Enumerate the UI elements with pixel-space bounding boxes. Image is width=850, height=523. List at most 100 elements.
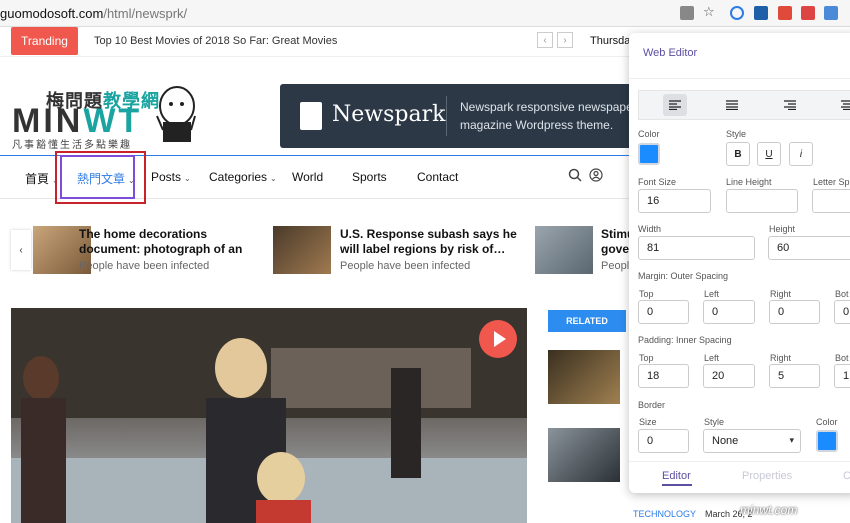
border-color-label: Color (816, 417, 838, 427)
trending-next-button[interactable]: › (557, 32, 573, 48)
nav-item-label: 首頁 (25, 172, 50, 186)
related-thumbnail[interactable] (548, 350, 620, 404)
align-left-button[interactable] (663, 94, 687, 116)
align-center-icon (841, 100, 850, 110)
trending-badge: Tranding (11, 27, 78, 55)
article-title[interactable]: Stimu gover (601, 227, 631, 257)
padding-right-input[interactable]: 5 (769, 364, 820, 388)
padding-bottom-label: Bot (835, 353, 849, 363)
bookmark-star-icon[interactable]: ☆ (703, 4, 717, 19)
border-color-swatch[interactable] (816, 430, 838, 452)
padding-top-input[interactable]: 18 (638, 364, 689, 388)
article-title[interactable]: U.S. Response subash says he will label … (340, 227, 520, 257)
tab-more[interactable]: C (843, 470, 850, 482)
border-section-label: Border (638, 400, 666, 410)
border-size-input[interactable]: 0 (638, 429, 689, 453)
article-thumbnail[interactable] (273, 226, 331, 274)
translate-icon[interactable] (680, 6, 694, 20)
related-thumbnail[interactable] (548, 428, 620, 482)
underline-button[interactable]: U (757, 142, 781, 166)
line-height-input[interactable] (726, 189, 798, 213)
editor-title: Web Editor (643, 47, 698, 59)
nav-item-categories[interactable]: Categories ⌄ (209, 170, 277, 184)
padding-left-input[interactable]: 20 (703, 364, 755, 388)
margin-section-label: Margin: Outer Spacing (638, 271, 729, 281)
nav-item-label: Categories (209, 170, 268, 184)
align-justify-button[interactable] (720, 94, 744, 116)
align-center-button[interactable] (835, 94, 850, 116)
url-path: /html/newsprk/ (103, 6, 188, 21)
extension-s-icon[interactable] (754, 6, 768, 20)
line-height-label: Line Height (726, 177, 772, 187)
width-label: Width (638, 224, 662, 234)
nav-item-label: Posts (151, 170, 182, 184)
nav-item-sports[interactable]: Sports (352, 170, 387, 184)
logo-en-part-a: MIN (12, 102, 84, 140)
editor-header: Web Editor (629, 33, 850, 79)
related-badge: RELATED (548, 310, 626, 332)
nav-item-home[interactable]: 首頁 ⌄ (25, 170, 59, 187)
margin-right-label: Right (770, 289, 792, 299)
align-right-button[interactable] (778, 94, 802, 116)
url-text[interactable]: guomodosoft.com/html/newsprk/ (0, 6, 187, 21)
margin-top-label: Top (639, 289, 654, 299)
play-video-button[interactable] (479, 320, 517, 358)
browser-address-bar[interactable]: guomodosoft.com/html/newsprk/ ☆ (0, 0, 850, 27)
chevron-down-icon: ⌄ (184, 174, 191, 183)
trending-prev-button[interactable]: ‹ (537, 32, 553, 48)
font-size-label: Font Size (638, 177, 677, 187)
letter-spacing-label: Letter Sp (813, 177, 850, 187)
padding-bottom-input[interactable]: 1 (834, 364, 850, 388)
user-icon[interactable] (589, 168, 603, 182)
children-skating-photo (11, 308, 527, 523)
article-category-tag[interactable]: TECHNOLOGY (633, 509, 696, 519)
nav-item-posts[interactable]: Posts ⌄ (151, 170, 191, 184)
extension-chart-icon[interactable] (824, 6, 838, 20)
featured-image[interactable] (11, 308, 527, 523)
padding-top-label: Top (639, 353, 654, 363)
article-meta: People have been infected (79, 260, 210, 272)
nav-item-world[interactable]: World (292, 170, 323, 184)
margin-left-input[interactable]: 0 (703, 300, 755, 324)
logo-subtitle: 凡事豁懂生活多點樂趣 (12, 140, 132, 151)
chevron-down-icon: ▾ (789, 435, 794, 445)
search-icon[interactable] (568, 168, 582, 182)
color-label: Color (638, 129, 660, 139)
gmail-icon[interactable] (801, 6, 815, 20)
tab-properties[interactable]: Properties (742, 470, 792, 482)
chevron-down-icon: ⌄ (270, 174, 277, 183)
margin-bottom-label: Bot (835, 289, 849, 299)
nav-item-contact[interactable]: Contact (417, 170, 458, 184)
article-title[interactable]: The home decorations document: photograp… (79, 227, 259, 257)
ticker-prev-button[interactable]: ‹ (11, 230, 31, 270)
margin-right-input[interactable]: 0 (769, 300, 820, 324)
article-thumbnail[interactable] (535, 226, 593, 274)
text-align-toolbar (638, 90, 850, 120)
padding-right-label: Right (770, 353, 792, 363)
margin-bottom-input[interactable]: 0 (834, 300, 850, 324)
url-host: guomodosoft.com (0, 6, 104, 21)
watermark: minwt.com (740, 503, 798, 517)
banner-brand: Newspark (332, 102, 446, 127)
height-label: Height (769, 224, 796, 234)
style-label: Style (726, 129, 747, 139)
header-banner-ad[interactable]: Newspark Newspark responsive newspaper m… (280, 84, 640, 148)
trending-headline[interactable]: Top 10 Best Movies of 2018 So Far: Great… (94, 35, 337, 47)
width-input[interactable]: 81 (638, 236, 755, 260)
font-size-input[interactable]: 16 (638, 189, 711, 213)
extension-sync-icon[interactable] (730, 6, 744, 20)
article-ticker: ‹ The home decorations document: photogr… (11, 222, 631, 280)
italic-button[interactable]: i (789, 142, 813, 166)
margin-top-input[interactable]: 0 (638, 300, 689, 324)
height-input[interactable]: 60 (768, 236, 850, 260)
margin-left-label: Left (704, 289, 720, 299)
text-color-swatch[interactable] (638, 143, 660, 165)
border-size-label: Size (639, 417, 657, 427)
border-style-value: None (712, 435, 739, 447)
border-style-select[interactable]: None ▾ (703, 429, 801, 453)
bold-button[interactable]: B (726, 142, 750, 166)
tab-editor[interactable]: Editor (662, 470, 691, 482)
extension-bag-icon[interactable] (778, 6, 792, 20)
letter-spacing-input[interactable] (812, 189, 850, 213)
site-logo[interactable]: 梅問題教學網 MINWT 凡事豁懂生活多點樂趣 (12, 82, 196, 152)
